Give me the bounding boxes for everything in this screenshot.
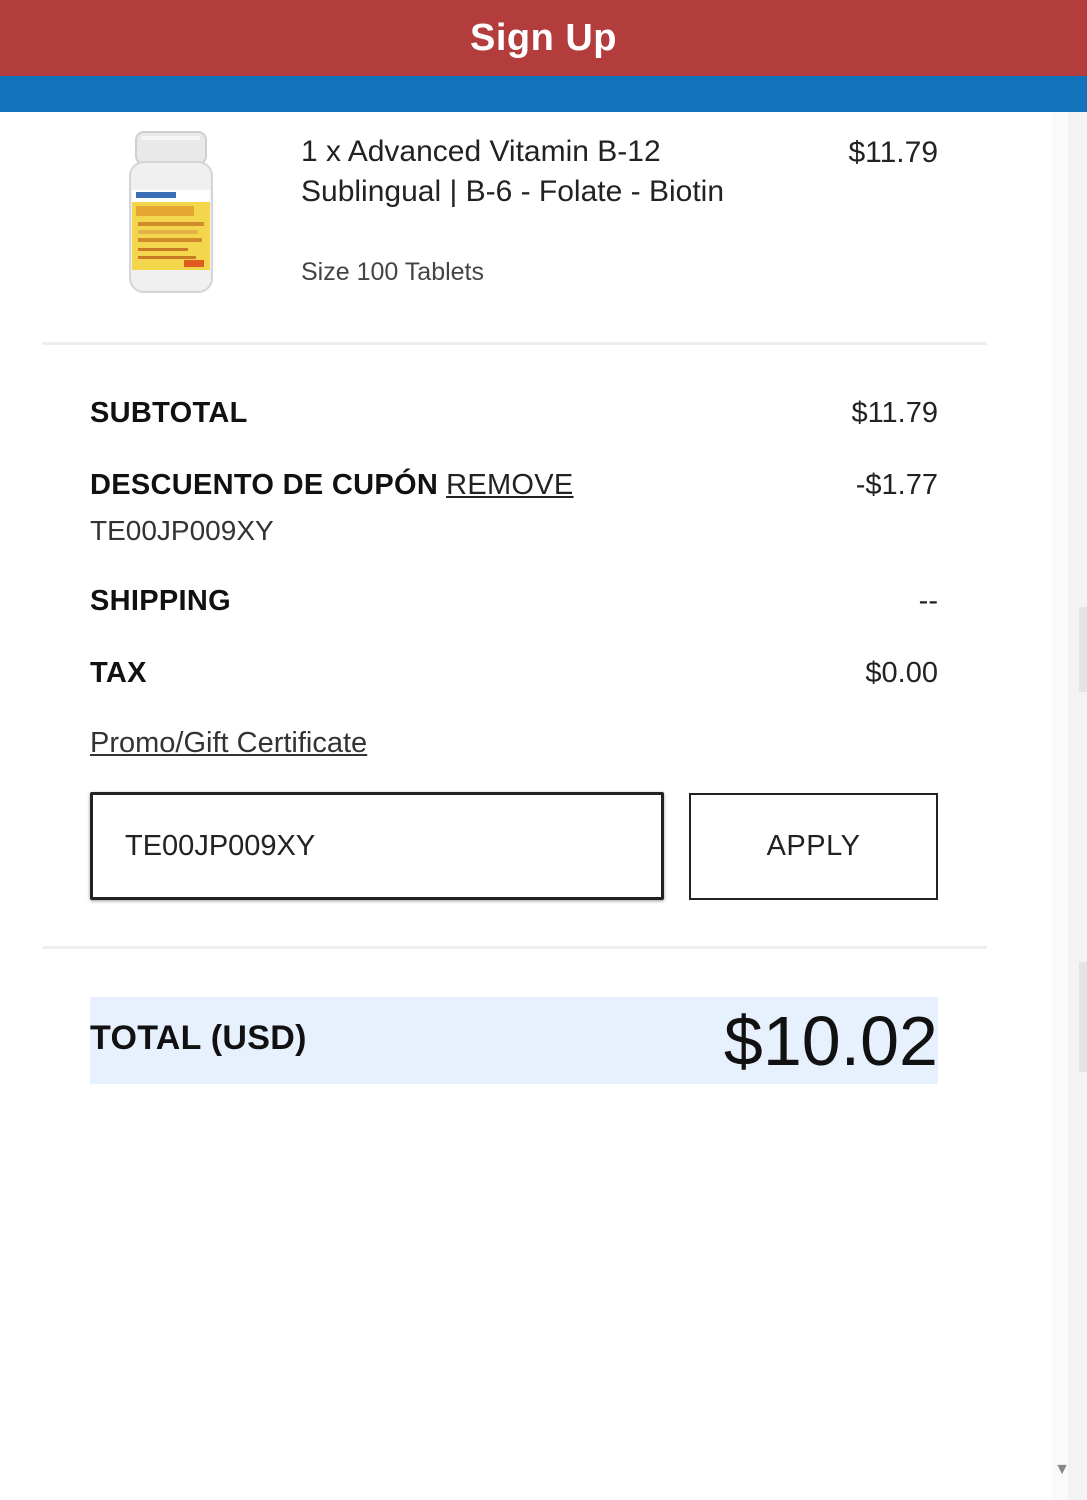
promo-code-input[interactable] (90, 792, 664, 900)
product-name[interactable]: 1 x Advanced Vitamin B-12 Sublingual | B… (301, 132, 741, 212)
scrollbar[interactable] (1068, 112, 1087, 1500)
right-gutter (1052, 112, 1068, 1500)
signup-label: Sign Up (469, 16, 618, 59)
scrollbar-thumb[interactable] (1079, 607, 1087, 692)
signup-banner[interactable]: Sign Up (0, 0, 1087, 76)
cart-summary-page: Sign Up ▼ 1 x Advanced Vitamin B-12 Subl… (0, 0, 1087, 1500)
promo-gift-certificate-link[interactable]: Promo/Gift Certificate (90, 727, 367, 760)
total-value: $10.02 (723, 1002, 938, 1080)
total-label: TOTAL (USD) (90, 1019, 307, 1057)
scroll-down-arrow-icon[interactable]: ▼ (1052, 1460, 1072, 1480)
coupon-value: -$1.77 (855, 469, 938, 501)
coupon-row-label: DESCUENTO DE CUPÓN REMOVE (90, 469, 574, 502)
tax-value: $0.00 (865, 657, 938, 689)
tax-label: TAX (90, 657, 147, 689)
subtotal-label: SUBTOTAL (90, 397, 248, 429)
applied-coupon-code: TE00JP009XY (90, 515, 274, 546)
scrollbar-thumb-secondary[interactable] (1079, 962, 1087, 1072)
product-price: $11.79 (848, 136, 938, 169)
blue-header-strip (0, 76, 1087, 112)
apply-button[interactable]: APPLY (689, 793, 938, 900)
product-size: Size 100 Tablets (301, 258, 484, 286)
product-bottle-image (129, 131, 213, 293)
shipping-label: SHIPPING (90, 585, 231, 617)
remove-coupon-link[interactable]: REMOVE (446, 469, 574, 501)
divider-top (42, 342, 987, 345)
total-row: TOTAL (USD) $10.02 (90, 997, 938, 1084)
subtotal-value: $11.79 (851, 397, 938, 429)
shipping-value: -- (918, 585, 938, 617)
coupon-label: DESCUENTO DE CUPÓN (90, 469, 439, 501)
divider-bottom (42, 946, 987, 949)
